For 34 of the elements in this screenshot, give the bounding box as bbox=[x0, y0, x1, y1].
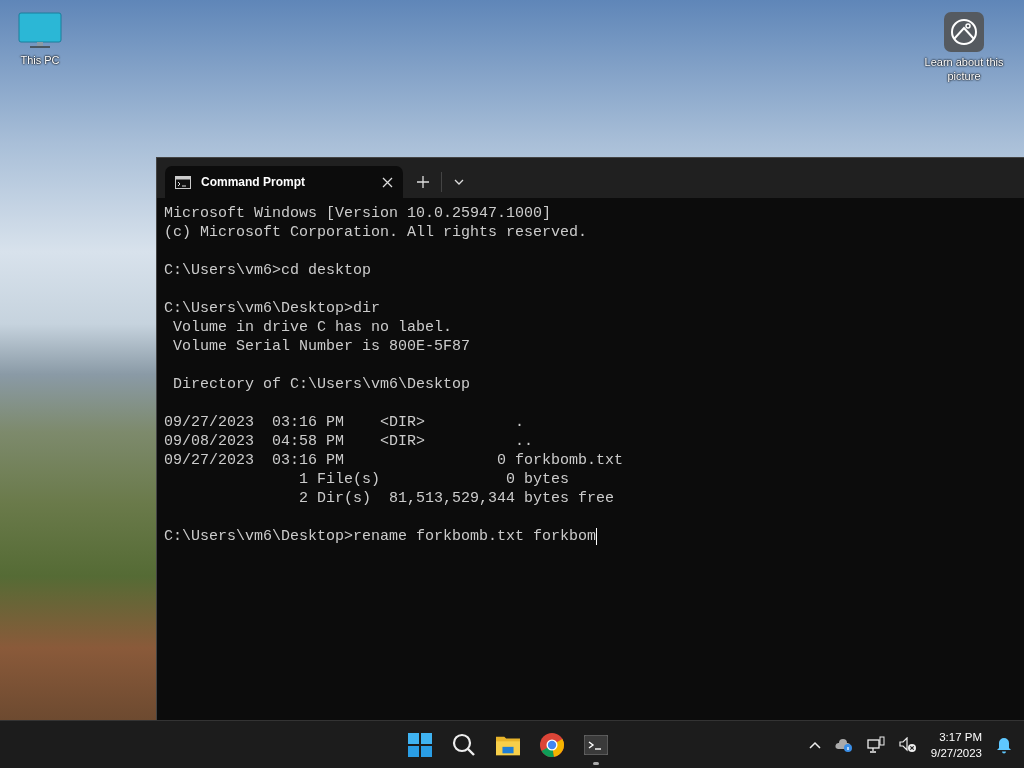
browser-icon[interactable] bbox=[540, 733, 564, 757]
clock-date[interactable]: 9/27/2023 bbox=[930, 744, 982, 761]
close-icon[interactable] bbox=[382, 176, 393, 188]
volume-muted-icon[interactable] bbox=[898, 736, 917, 753]
new-tab-icon[interactable] bbox=[417, 176, 429, 188]
cloud-info-icon[interactable] bbox=[834, 737, 853, 752]
tab-title: Command Prompt bbox=[201, 175, 306, 189]
windows-start-icon[interactable] bbox=[408, 733, 432, 757]
picture-icon[interactable] bbox=[944, 12, 984, 52]
terminal-tab[interactable]: Command Prompt bbox=[165, 166, 403, 198]
console-line: Volume Serial Number is 800E-5F87 bbox=[172, 337, 471, 356]
console-line: Directory of C:\Users\vm6\Desktop bbox=[172, 375, 471, 394]
dropdown-caret-icon[interactable] bbox=[454, 179, 464, 185]
console-line: 09/08/2023 04:58 PM <DIR> .. bbox=[164, 432, 534, 451]
console-line: Volume in drive C has no label. bbox=[172, 318, 453, 337]
console-line: C:\Users\vm6\Desktop>dir bbox=[164, 299, 381, 318]
console-line: C:\Users\vm6>cd desktop bbox=[164, 261, 372, 280]
command-input-line[interactable]: C:\Users\vm6\Desktop>rename forkbomb.txt forkbom bbox=[164, 527, 597, 546]
text-cursor bbox=[596, 528, 598, 545]
terminal-icon[interactable] bbox=[584, 735, 608, 755]
console-line: 1 File(s) 0 bytes bbox=[298, 470, 570, 489]
monitor-icon[interactable] bbox=[18, 12, 62, 50]
console-line: 2 Dir(s) 81,513,529,344 bytes free bbox=[298, 489, 615, 508]
console-line: 09/27/2023 03:16 PM 0 forkbomb.txt bbox=[164, 451, 624, 470]
console-line: (c) Microsoft Corporation. All rights reserved. bbox=[164, 223, 588, 242]
console-icon bbox=[175, 175, 191, 189]
console-line: 09/27/2023 03:16 PM <DIR> . bbox=[164, 413, 525, 432]
folder-icon[interactable] bbox=[496, 734, 520, 756]
search-icon[interactable] bbox=[452, 733, 476, 757]
notification-bell-icon[interactable] bbox=[996, 735, 1012, 754]
clock-time[interactable]: 3:17 PM bbox=[939, 728, 982, 745]
console-line: Microsoft Windows [Version 10.0.25947.1000] bbox=[164, 204, 552, 223]
network-icon[interactable] bbox=[866, 735, 885, 754]
chevron-up-icon[interactable] bbox=[808, 740, 821, 749]
